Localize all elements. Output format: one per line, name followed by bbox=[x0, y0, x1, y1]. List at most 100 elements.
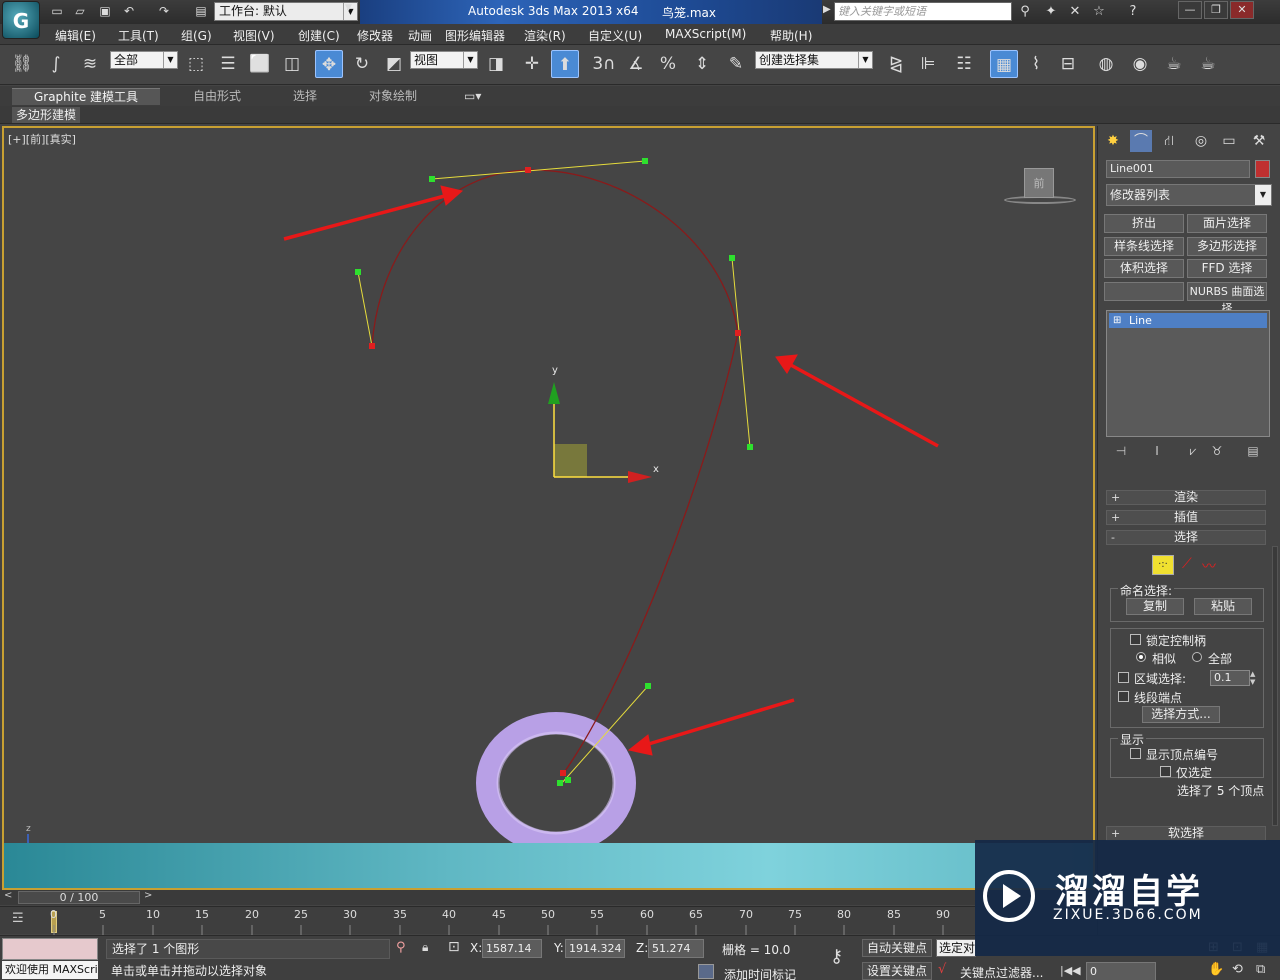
rendered-frame-icon[interactable]: ☕ bbox=[1160, 50, 1188, 78]
menu-views[interactable]: 视图(V) bbox=[233, 27, 275, 44]
time-tag-icon[interactable] bbox=[698, 964, 714, 979]
project-folder-icon[interactable]: ▤ bbox=[192, 3, 210, 20]
volume-select-button[interactable]: 体积选择 bbox=[1104, 259, 1184, 278]
expand-plus-icon[interactable]: ⊞ bbox=[1113, 313, 1121, 328]
polygon-modeling-panel[interactable]: 多边形建模 bbox=[12, 107, 81, 123]
next-frame-icon[interactable]: > bbox=[144, 890, 152, 901]
render-teapot-icon[interactable]: ☕ bbox=[1194, 50, 1222, 78]
link-icon[interactable]: ⛓ bbox=[8, 50, 36, 78]
graphite-toggle-icon[interactable]: ▦ bbox=[990, 50, 1018, 78]
handle-point[interactable] bbox=[729, 255, 735, 261]
configure-modifier-sets-icon[interactable]: ▤ bbox=[1244, 444, 1262, 460]
object-color-swatch[interactable] bbox=[1255, 160, 1270, 178]
panel-scrollbar[interactable] bbox=[1272, 546, 1278, 826]
time-slider-thumb[interactable]: 0 / 100 bbox=[18, 891, 140, 904]
pan-view-icon[interactable]: ✋ bbox=[1208, 962, 1224, 977]
communication-icon[interactable]: ✕ bbox=[1066, 3, 1084, 21]
menu-graph-editors[interactable]: 图形编辑器 bbox=[445, 27, 505, 44]
render-setup-icon[interactable]: ◉ bbox=[1126, 50, 1154, 78]
menu-create[interactable]: 创建(C) bbox=[298, 27, 340, 44]
all-radio[interactable] bbox=[1192, 652, 1202, 662]
key-icon[interactable]: ⚷ bbox=[830, 946, 843, 967]
menu-modifiers[interactable]: 修改器 bbox=[357, 27, 393, 44]
expand-arrow-icon[interactable]: ▶ bbox=[823, 4, 831, 15]
x-coordinate-field[interactable]: 1587.14 bbox=[482, 939, 542, 958]
set-key-button[interactable]: 设置关键点 bbox=[862, 962, 932, 980]
viewcube[interactable]: 前 bbox=[1024, 168, 1054, 198]
z-coordinate-field[interactable]: 51.274 bbox=[648, 939, 704, 958]
similar-radio[interactable] bbox=[1136, 652, 1146, 662]
layer-manager-icon[interactable]: ☷ bbox=[950, 50, 978, 78]
spline-vertex[interactable] bbox=[369, 343, 375, 349]
key-filter-curve-icon[interactable]: √ bbox=[938, 962, 946, 977]
restore-icon[interactable]: ❐ bbox=[1204, 1, 1228, 19]
window-crossing-icon[interactable]: ◫ bbox=[278, 50, 306, 78]
object-name-field[interactable]: Line001 bbox=[1106, 160, 1250, 178]
go-to-start-icon[interactable]: |◀◀ bbox=[1060, 964, 1081, 977]
key-mode-dropdown[interactable]: 选定对 bbox=[936, 939, 976, 957]
tab-graphite-modeling[interactable]: Graphite 建模工具 bbox=[12, 88, 160, 105]
angle-snap-icon[interactable]: ∡ bbox=[622, 50, 650, 78]
select-and-rotate-icon[interactable]: ↻ bbox=[348, 50, 376, 78]
tab-freeform[interactable]: 自由形式 bbox=[193, 88, 241, 105]
copy-button[interactable]: 复制 bbox=[1126, 598, 1184, 615]
undo-icon[interactable]: ↶ bbox=[120, 3, 138, 20]
minimize-icon[interactable]: — bbox=[1178, 1, 1202, 19]
time-slider[interactable]: < 0 / 100 > bbox=[0, 890, 975, 905]
torus-object[interactable] bbox=[476, 712, 636, 854]
lock-selection-icon[interactable]: 🔒︎ bbox=[422, 940, 428, 955]
snaps-toggle-icon[interactable]: 3∩ bbox=[590, 50, 618, 78]
lock-handles-checkbox[interactable] bbox=[1130, 634, 1141, 645]
rollout-rendering[interactable]: + 渲染 bbox=[1106, 490, 1266, 505]
percent-snap-icon[interactable]: % bbox=[654, 50, 682, 78]
modifier-list-dropdown[interactable]: 修改器列表 ▼ bbox=[1106, 184, 1272, 206]
gizmo-y-arrow[interactable] bbox=[548, 382, 560, 404]
extrude-button[interactable]: 挤出 bbox=[1104, 214, 1184, 233]
menu-help[interactable]: 帮助(H) bbox=[770, 27, 812, 44]
spinner-snap-icon[interactable]: ⇕ bbox=[688, 50, 716, 78]
rectangular-selection-icon[interactable]: ⬜ bbox=[246, 50, 274, 78]
menu-edit[interactable]: 编辑(E) bbox=[55, 27, 96, 44]
handle-point[interactable] bbox=[429, 176, 435, 182]
manipulate-icon[interactable]: ✛ bbox=[518, 50, 546, 78]
area-selection-checkbox[interactable] bbox=[1118, 672, 1129, 683]
material-editor-icon[interactable]: ◍ bbox=[1092, 50, 1120, 78]
menu-animation[interactable]: 动画 bbox=[408, 27, 432, 44]
maximize-viewport-icon[interactable]: ⧉ bbox=[1256, 962, 1265, 977]
reference-coordinate-dropdown[interactable]: 视图 ▼ bbox=[410, 51, 478, 69]
spline-subobject-icon[interactable]: 〰 bbox=[1202, 556, 1216, 576]
ribbon-options-icon[interactable]: ▭▾ bbox=[464, 88, 481, 105]
bind-space-warp-icon[interactable]: ≋ bbox=[76, 50, 104, 78]
poly-select-button[interactable]: 多边形选择 bbox=[1187, 237, 1267, 256]
modifier-stack[interactable]: ⊞ Line bbox=[1106, 310, 1270, 437]
prev-frame-icon[interactable]: < bbox=[4, 890, 12, 901]
current-frame-field[interactable]: 0 bbox=[1086, 962, 1156, 980]
spline-vertex[interactable] bbox=[525, 167, 531, 173]
ffd-select-button[interactable]: FFD 选择 bbox=[1187, 259, 1267, 278]
selection-filter-dropdown[interactable]: 全部 ▼ bbox=[110, 51, 178, 69]
open-file-icon[interactable]: ▱ bbox=[71, 3, 89, 20]
menu-tools[interactable]: 工具(T) bbox=[118, 27, 159, 44]
rollout-selection[interactable]: - 选择 bbox=[1106, 530, 1266, 545]
app-logo-icon[interactable]: G bbox=[2, 1, 40, 39]
workspace-selector[interactable]: 工作台: 默认 ▼ bbox=[214, 2, 358, 21]
select-and-move-icon[interactable]: ✥ bbox=[315, 50, 343, 78]
spline-vertex[interactable] bbox=[735, 330, 741, 336]
unlink-icon[interactable]: ∫ bbox=[42, 50, 70, 78]
search-input[interactable]: 键入关键字或短语 bbox=[834, 2, 1012, 21]
menu-maxscript[interactable]: MAXScript(M) bbox=[665, 27, 746, 41]
remove-modifier-icon[interactable]: ♉ bbox=[1208, 444, 1226, 460]
help-icon[interactable]: ? bbox=[1124, 3, 1142, 21]
display-tab-icon[interactable]: ▭ bbox=[1218, 130, 1240, 152]
tab-object-paint[interactable]: 对象绘制 bbox=[369, 88, 417, 105]
save-icon[interactable]: ▣ bbox=[96, 3, 114, 20]
tab-selection[interactable]: 选择 bbox=[293, 88, 317, 105]
redo-icon[interactable]: ↷ bbox=[155, 3, 173, 20]
handle-point[interactable] bbox=[747, 444, 753, 450]
menu-rendering[interactable]: 渲染(R) bbox=[524, 27, 566, 44]
select-object-icon[interactable]: ⬚ bbox=[182, 50, 210, 78]
show-vertex-numbers-checkbox[interactable] bbox=[1130, 748, 1141, 759]
make-unique-icon[interactable]: ⩗ bbox=[1184, 444, 1202, 460]
maxscript-listener[interactable] bbox=[2, 938, 98, 960]
key-filters-button[interactable]: 关键点过滤器... bbox=[960, 964, 1043, 980]
